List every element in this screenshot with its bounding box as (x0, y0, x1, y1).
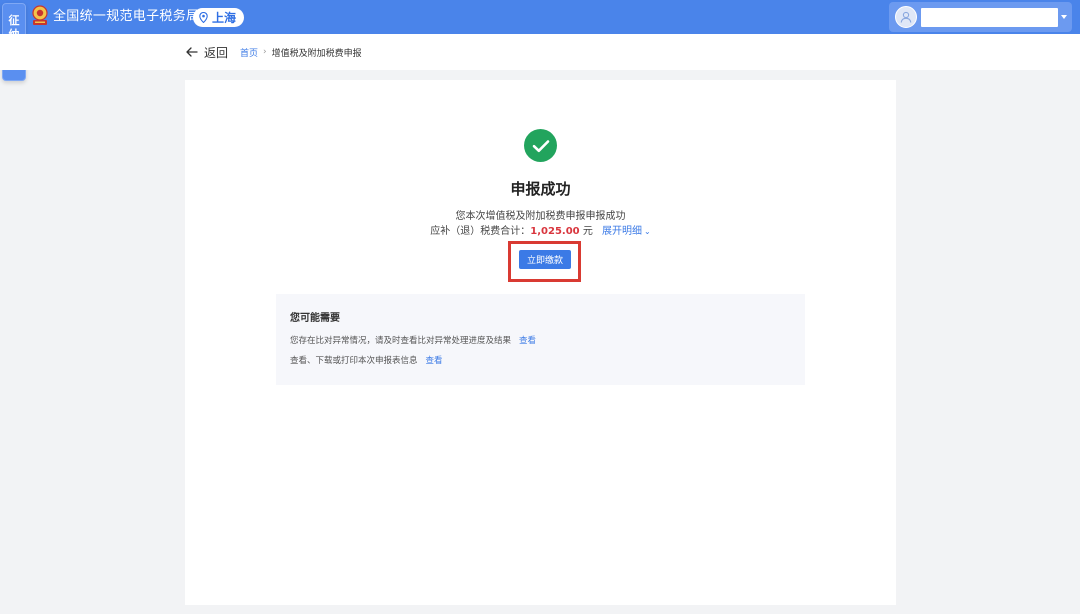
region-selector[interactable]: 上海 (193, 8, 245, 27)
amount-line: 应补（退）税费合计：1,025.00 元 展开明细 ⌄ (185, 222, 896, 237)
breadcrumb-current: 增值税及附加税费申报 (271, 48, 362, 59)
suggestion-text: 查看、下载或打印本次申报表信息 (290, 356, 418, 366)
view-link[interactable]: 查看 (426, 356, 443, 366)
view-link[interactable]: 查看 (519, 336, 536, 346)
chevron-down-icon: ⌄ (644, 227, 651, 236)
site-title[interactable]: 全国统一规范电子税务局 (53, 0, 199, 34)
expand-detail-link[interactable]: 展开明细 ⌄ (602, 226, 651, 237)
breadcrumb-home-link[interactable]: 首页 (240, 46, 258, 59)
top-header-bar: 全国统一规范电子税务局 上海 (0, 0, 1080, 34)
suggestions-title: 您可能需要 (290, 313, 340, 324)
user-avatar-icon (895, 6, 917, 28)
user-menu[interactable] (889, 2, 1072, 32)
suggestion-item: 您存在比对异常情况，请及时查看比对异常处理进度及结果 查看 (290, 334, 536, 346)
expand-detail-label: 展开明细 (602, 226, 643, 237)
suggestion-text: 您存在比对异常情况，请及时查看比对异常处理进度及结果 (290, 336, 512, 346)
region-label: 上海 (212, 11, 237, 25)
side-tab-char: 征 (8, 14, 20, 27)
amount-label: 应补（退）税费合计： (430, 226, 531, 237)
suggestions-panel: 您可能需要 您存在比对异常情况，请及时查看比对异常处理进度及结果 查看 查看、下载… (276, 294, 805, 385)
result-description: 您本次增值税及附加税费申报申报成功 (455, 211, 626, 222)
amount-value: 1,025.00 (530, 226, 580, 237)
back-label: 返回 (204, 45, 229, 60)
user-name-field (921, 7, 1058, 27)
tax-emblem-logo (31, 5, 49, 27)
arrow-left-icon (186, 47, 198, 57)
amount-unit: 元 (582, 226, 593, 237)
suggestion-item: 查看、下载或打印本次申报表信息 查看 (290, 354, 443, 366)
breadcrumb-separator: › (263, 47, 267, 57)
breadcrumb: 首页 › 增值税及附加税费申报 (240, 34, 362, 70)
result-card: 申报成功 您本次增值税及附加税费申报申报成功 应补（退）税费合计：1,025.0… (185, 80, 896, 605)
pay-now-button[interactable]: 立即缴款 (519, 250, 571, 269)
location-pin-icon (199, 12, 208, 23)
check-circle-icon (524, 129, 557, 162)
breadcrumb-bar: 返回 首页 › 增值税及附加税费申报 (0, 34, 1080, 70)
back-button[interactable]: 返回 (186, 34, 228, 70)
caret-down-icon[interactable] (1061, 15, 1067, 19)
result-title: 申报成功 (510, 180, 571, 198)
